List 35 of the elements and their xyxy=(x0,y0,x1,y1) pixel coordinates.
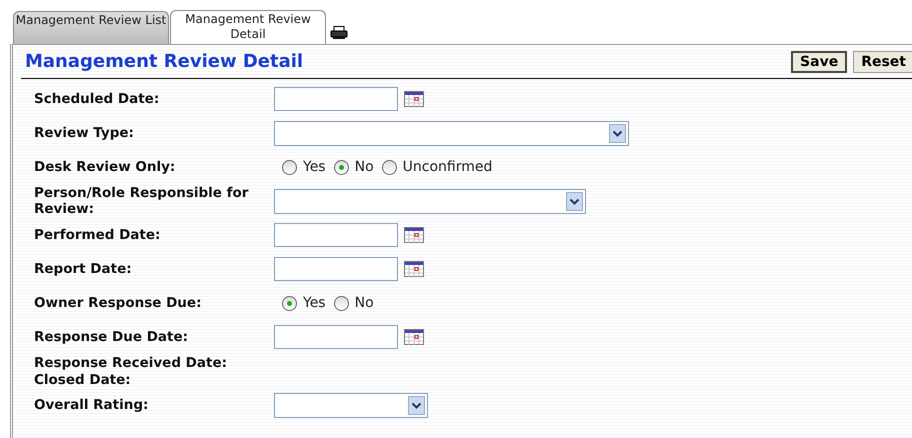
field-label: Response Received Date: xyxy=(34,354,228,370)
tab[interactable]: Management Review Detail xyxy=(170,10,326,44)
field-label: Scheduled Date: xyxy=(34,91,160,107)
field-label: Response Due Date: xyxy=(34,329,190,345)
radio-label: No xyxy=(354,295,374,311)
radio-button[interactable] xyxy=(334,296,349,310)
printer-icon[interactable] xyxy=(330,26,348,40)
date-field[interactable] xyxy=(274,87,398,111)
radio-button[interactable] xyxy=(282,296,297,310)
date-field[interactable] xyxy=(274,223,398,247)
radio-button[interactable] xyxy=(334,160,349,174)
calendar-icon[interactable] xyxy=(404,227,424,243)
field-label: Desk Review Only: xyxy=(34,159,176,175)
radio-label: Yes xyxy=(303,295,326,311)
field-label: Review Type: xyxy=(34,125,135,141)
date-field[interactable] xyxy=(274,325,398,349)
radio-label: No xyxy=(354,159,374,175)
radio-button[interactable] xyxy=(282,160,297,174)
date-field[interactable] xyxy=(274,257,398,281)
radio-label: Unconfirmed xyxy=(402,159,492,175)
field-label: Owner Response Due: xyxy=(34,295,202,311)
reset-button[interactable]: Reset xyxy=(853,50,912,72)
field-label: Person/Role Responsible for Review: xyxy=(34,185,250,217)
save-button[interactable]: Save xyxy=(791,50,848,72)
page-title: Management Review Detail xyxy=(24,51,304,72)
field-label: Overall Rating: xyxy=(34,397,150,413)
field-label: Closed Date: xyxy=(34,372,132,388)
calendar-icon[interactable] xyxy=(404,261,424,277)
field-label: Report Date: xyxy=(34,261,133,277)
calendar-icon[interactable] xyxy=(404,91,424,107)
calendar-icon[interactable] xyxy=(404,329,424,345)
tab[interactable]: Management Review List xyxy=(13,11,169,44)
radio-label: Yes xyxy=(303,159,326,175)
field-label: Performed Date: xyxy=(34,227,162,243)
radio-button[interactable] xyxy=(382,160,397,174)
